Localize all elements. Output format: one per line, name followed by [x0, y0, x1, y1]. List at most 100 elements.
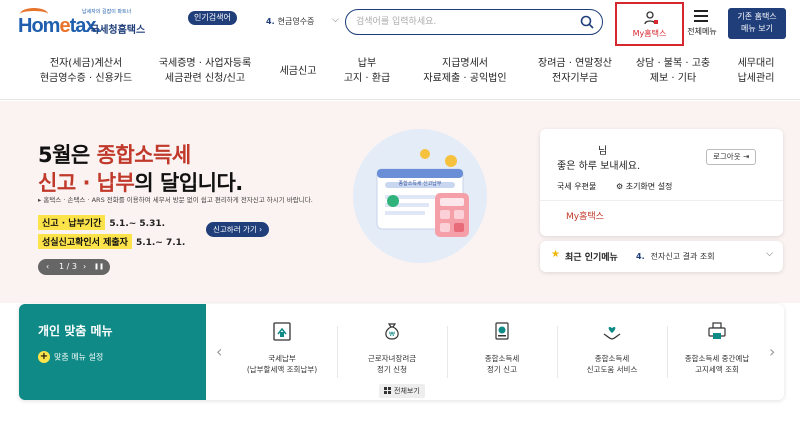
card-divider — [540, 200, 783, 201]
period-value: 5.1.~ 7.1. — [135, 238, 186, 248]
tax-mail-link[interactable]: 국세 우편물 — [557, 181, 596, 192]
money-bag-icon: ₩ — [385, 323, 399, 340]
document-money-icon — [495, 322, 509, 340]
nav-item-tax-agent[interactable]: 세무대리 납세관리 — [728, 56, 784, 86]
grid-icon — [384, 387, 391, 394]
logo-subtitle: 국세청홈택스 — [90, 25, 146, 36]
custom-menu: 개인 맞춤 메뉴 + 맞춤 메뉴 설정 ‹ › 국세납부 (납부할세액 조회납부)… — [19, 304, 784, 400]
heart-hands-icon — [603, 326, 621, 340]
view-all-button[interactable]: 전체보기 — [379, 384, 425, 398]
tax-payment-icon — [273, 322, 291, 341]
hero-title-post: 의 달입니다. — [134, 171, 243, 195]
all-menu-button[interactable]: 전체메뉴 — [683, 8, 721, 40]
nav-line1: 상담 · 불복 · 고충 — [635, 58, 711, 69]
illus-caption: 종합소득세 신고납부 — [399, 180, 442, 187]
card-my-hometax-link[interactable]: My홈택스 — [566, 209, 604, 222]
search-icon[interactable] — [580, 15, 594, 29]
my-hometax-label: My홈택스 — [632, 29, 667, 38]
tax-illustration: 종합소득세 신고납부 — [353, 129, 487, 263]
logo-main-pre: Hom — [18, 15, 60, 37]
nav-item-consulting[interactable]: 상담 · 불복 · 고충제보 · 기타 — [628, 56, 718, 86]
hero-title: 5월은 종합소득세 신고 · 납부의 달입니다. — [38, 141, 243, 197]
prev-arrow-icon[interactable]: ‹ — [216, 342, 222, 361]
logout-label: 로그아웃 — [713, 152, 741, 161]
hero-title-pre: 5월은 — [38, 143, 97, 167]
popular-search-badge: 인기검색어 — [188, 11, 237, 25]
nav-line2: 전자기부금 — [552, 73, 598, 84]
hero-title-highlight-2: 신고 · 납부 — [38, 171, 135, 195]
nav-line1: 세금신고 — [279, 66, 317, 77]
service-label-1: 국세납부 — [268, 354, 296, 363]
nav-line1: 국세증명 · 사업자등록 — [158, 58, 252, 69]
custom-menu-setting[interactable]: + 맞춤 메뉴 설정 — [38, 351, 103, 363]
popular-search-rank: 4. — [266, 17, 275, 26]
service-income-tax-report[interactable]: 종합소득세 정기 신고 — [447, 320, 557, 375]
nav-line2: 고지 · 환급 — [343, 73, 391, 84]
logout-icon: ⇥ — [743, 152, 750, 161]
header: 납세자의 길잡이 파트너 Hometax. 국세청홈택스 인기검색어 4. 현금영… — [0, 0, 800, 46]
logout-button[interactable]: 로그아웃 ⇥ — [706, 149, 757, 165]
popular-search-term[interactable]: 4. 현금영수증 — [266, 16, 314, 27]
service-label-2: 신고도움 서비스 — [586, 365, 638, 374]
service-interim-prepayment[interactable]: 종합소득세 중간예납 고지세액 조회 — [662, 320, 772, 375]
popular-search-text: 현금영수증 — [277, 17, 315, 26]
nav-line1: 납부 — [357, 58, 377, 69]
service-label-2: 정기 신고 — [487, 365, 517, 374]
reset-home-link[interactable]: ⚙ 초기화면 설정 — [616, 181, 672, 192]
nav-line2: 세금관련 신청/신고 — [164, 73, 246, 84]
period-row-2: 성실신고확인서 제출자 5.1.~ 7.1. — [38, 230, 185, 249]
nav-line1: 장려금 · 연말정산 — [538, 58, 612, 69]
service-report-help[interactable]: 종합소득세 신고도움 서비스 — [557, 320, 667, 375]
printer-icon — [708, 322, 726, 339]
logo-main-e: e — [59, 15, 70, 37]
old-menu-line1: 기존 홈택스 — [737, 12, 777, 21]
service-tax-payment[interactable]: 국세납부 (납부할세액 조회납부) — [227, 320, 337, 375]
hamburger-icon — [694, 10, 708, 22]
my-hometax-button[interactable]: My홈택스 — [615, 2, 684, 46]
recent-item-text: 전자신고 결과 조회 — [650, 252, 715, 261]
nav-item-payment[interactable]: 납부고지 · 환급 — [332, 56, 402, 86]
service-label-1: 종합소득세 — [484, 354, 520, 363]
prev-slide-icon[interactable]: ‹ — [46, 259, 49, 275]
login-card: 님 좋은 하루 보내세요. 로그아웃 ⇥ 국세 우편물 ⚙ 초기화면 설정 My… — [540, 129, 783, 236]
service-child-incentive[interactable]: ₩ 근로자녀장려금 정기 신청 — [337, 320, 447, 375]
nav-line2: 납세관리 — [737, 73, 775, 84]
nav-item-e-invoice[interactable]: 전자(세금)계산서 현금영수증 · 신용카드 — [26, 56, 146, 86]
period-row-1: 신고 · 납부기간 5.1.~ 5.31. — [38, 211, 165, 230]
recent-item[interactable]: 4. 전자신고 결과 조회 — [636, 251, 715, 262]
old-menu-button[interactable]: 기존 홈택스 메뉴 보기 — [728, 8, 786, 39]
recent-popular-menu[interactable]: ★ 최근 인기메뉴 4. 전자신고 결과 조회 ⌵ — [540, 241, 783, 272]
service-label-1: 근로자녀장려금 — [367, 354, 417, 363]
nav-item-incentives[interactable]: 장려금 · 연말정산전자기부금 — [522, 56, 628, 86]
search-input[interactable] — [356, 14, 576, 30]
next-slide-icon[interactable]: › — [83, 259, 86, 275]
star-icon: ★ — [551, 249, 560, 260]
nav-line2: 제보 · 기타 — [649, 73, 697, 84]
nav-item-statements[interactable]: 지급명세서자료제출 · 공익법인 — [410, 56, 520, 86]
nav-item-tax-report[interactable]: 세금신고 — [270, 64, 326, 79]
hometax-logo[interactable]: 납세자의 길잡이 파트너 Hometax. 국세청홈택스 — [18, 8, 153, 38]
hero-title-highlight: 종합소득세 — [96, 143, 192, 167]
view-all-label: 전체보기 — [394, 387, 420, 395]
svg-text:₩: ₩ — [389, 331, 395, 338]
recent-title: 최근 인기메뉴 — [565, 253, 618, 263]
main-nav: 전자(세금)계산서 현금영수증 · 신용카드 국세증명 · 사업자등록세금관련 신… — [0, 52, 800, 100]
period-tag: 신고 · 납부기간 — [38, 215, 106, 230]
service-label-2: 고지세액 조회 — [695, 365, 739, 374]
go-report-button[interactable]: 신고하러 가기 › — [206, 222, 270, 237]
chevron-down-icon[interactable]: ⌵ — [332, 15, 339, 25]
pause-icon[interactable]: ❚❚ — [94, 259, 104, 275]
custom-setting-label: 맞춤 메뉴 설정 — [54, 352, 104, 362]
pager-text: 1 / 3 — [59, 262, 77, 271]
nav-line1: 전자(세금)계산서 — [49, 58, 123, 69]
custom-menu-title: 개인 맞춤 메뉴 — [38, 324, 113, 338]
logo-tagline: 납세자의 길잡이 파트너 — [82, 9, 132, 15]
custom-menu-header: 개인 맞춤 메뉴 + 맞춤 메뉴 설정 — [19, 304, 206, 400]
chevron-down-icon[interactable]: ⌵ — [766, 249, 773, 259]
user-name: 님 — [598, 146, 608, 157]
old-menu-line2: 메뉴 보기 — [741, 24, 773, 33]
nav-item-certificates[interactable]: 국세증명 · 사업자등록세금관련 신청/신고 — [145, 56, 265, 86]
nav-line2: 자료제출 · 공익법인 — [423, 73, 507, 84]
search-box — [345, 9, 603, 35]
nav-line1: 지급명세서 — [442, 58, 488, 69]
